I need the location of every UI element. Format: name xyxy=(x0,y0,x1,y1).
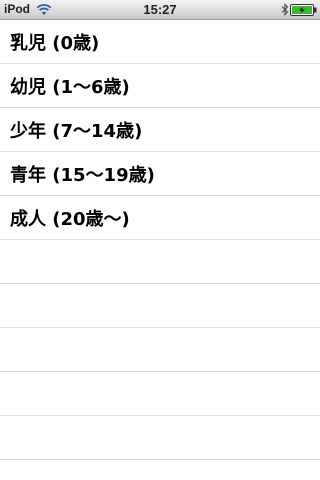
list-item[interactable]: 成人 (20歳〜) xyxy=(0,196,320,240)
empty-row xyxy=(0,372,320,416)
empty-row xyxy=(0,240,320,284)
status-time: 15:27 xyxy=(143,2,177,17)
empty-row xyxy=(0,284,320,328)
list-item-label: 青年 (15〜19歳) xyxy=(10,164,155,186)
list-item[interactable]: 乳児 (0歳) xyxy=(0,20,320,64)
list-item-label: 乳児 (0歳) xyxy=(10,32,100,54)
status-bar: iPod 15:27 xyxy=(0,0,320,20)
list-item-label: 成人 (20歳〜) xyxy=(10,208,130,230)
list-item[interactable]: 青年 (15〜19歳) xyxy=(0,152,320,196)
list-item[interactable]: 幼児 (1〜6歳) xyxy=(0,64,320,108)
empty-row xyxy=(0,460,320,480)
list-item-label: 幼児 (1〜6歳) xyxy=(10,76,130,98)
age-group-list: 乳児 (0歳) 幼児 (1〜6歳) 少年 (7〜14歳) 青年 (15〜19歳)… xyxy=(0,20,320,480)
bluetooth-icon xyxy=(281,3,289,16)
empty-row xyxy=(0,328,320,372)
list-item[interactable]: 少年 (7〜14歳) xyxy=(0,108,320,152)
list-item-label: 少年 (7〜14歳) xyxy=(10,120,143,142)
battery-charging-icon xyxy=(290,4,317,16)
empty-row xyxy=(0,416,320,460)
